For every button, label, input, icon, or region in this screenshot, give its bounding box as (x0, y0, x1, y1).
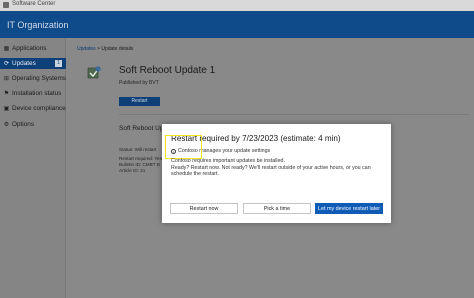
update-package-icon (87, 66, 101, 79)
title-bar: Software Center (0, 0, 474, 11)
highlight-box (165, 135, 202, 159)
divider (119, 114, 469, 115)
refresh-icon: ⟳ (3, 61, 10, 67)
grid-icon: ▦ (3, 46, 10, 52)
sidebar: ▦ Applications ⟳ Updates 1 ⊞ Operating S… (0, 38, 66, 298)
breadcrumb-separator: > (97, 46, 100, 52)
app-header: IT Organization (0, 11, 474, 38)
update-title: Soft Reboot Update 1 (119, 65, 216, 76)
dialog-body: Contoso requires important updates be in… (171, 158, 385, 178)
window-title: Software Center (12, 1, 56, 7)
updates-count-badge: 1 (55, 60, 62, 67)
sidebar-item-updates[interactable]: ⟳ Updates 1 (0, 58, 66, 69)
restart-dialog: Restart required by 7/23/2023 (estimate:… (162, 124, 391, 223)
pick-a-time-button[interactable]: Pick a time (243, 203, 311, 214)
sidebar-item-device-compliance[interactable]: ▣ Device compliance (0, 103, 66, 114)
dialog-body-line: Contoso requires important updates be in… (171, 158, 285, 164)
detail-bulletin-id: Bulletin ID: CMBT B (119, 162, 160, 167)
windows-icon: ⊞ (3, 76, 9, 82)
breadcrumb-updates-link[interactable]: Updates (77, 46, 96, 52)
publisher: Published by BVT (119, 80, 159, 86)
breadcrumb-current: Update details (101, 46, 134, 52)
sidebar-item-label: Operating Systems (11, 75, 66, 82)
flag-icon: ⚑ (3, 91, 10, 97)
sidebar-item-installation-status[interactable]: ⚑ Installation status (0, 88, 66, 99)
sidebar-item-label: Installation status (12, 90, 62, 97)
software-center-icon (3, 2, 9, 8)
dialog-body-line: Ready? Restart now. Not ready? We'll res… (171, 164, 371, 178)
sidebar-item-options[interactable]: ⚙ Options (0, 119, 66, 130)
sidebar-item-operating-systems[interactable]: ⊞ Operating Systems (0, 73, 66, 84)
sidebar-item-label: Applications (12, 45, 47, 52)
restart-button[interactable]: Restart (119, 97, 160, 106)
restart-now-button[interactable]: Restart now (170, 203, 238, 214)
organization-name: IT Organization (7, 20, 69, 30)
detail-article-id: Article ID: 21 (119, 168, 146, 173)
sidebar-item-applications[interactable]: ▦ Applications (0, 43, 66, 54)
detail-status: Status: Will restart (119, 147, 157, 152)
device-icon: ▣ (3, 106, 10, 112)
let-device-restart-later-button[interactable]: Let my device restart later (315, 203, 383, 214)
breadcrumb: Updates > Update details (77, 46, 133, 52)
sidebar-item-label: Updates (12, 60, 36, 67)
sidebar-item-label: Device compliance (12, 105, 66, 112)
sidebar-item-label: Options (12, 121, 35, 128)
gear-icon: ⚙ (3, 122, 10, 128)
detail-restart-required: Restart required: Yes (119, 156, 162, 161)
